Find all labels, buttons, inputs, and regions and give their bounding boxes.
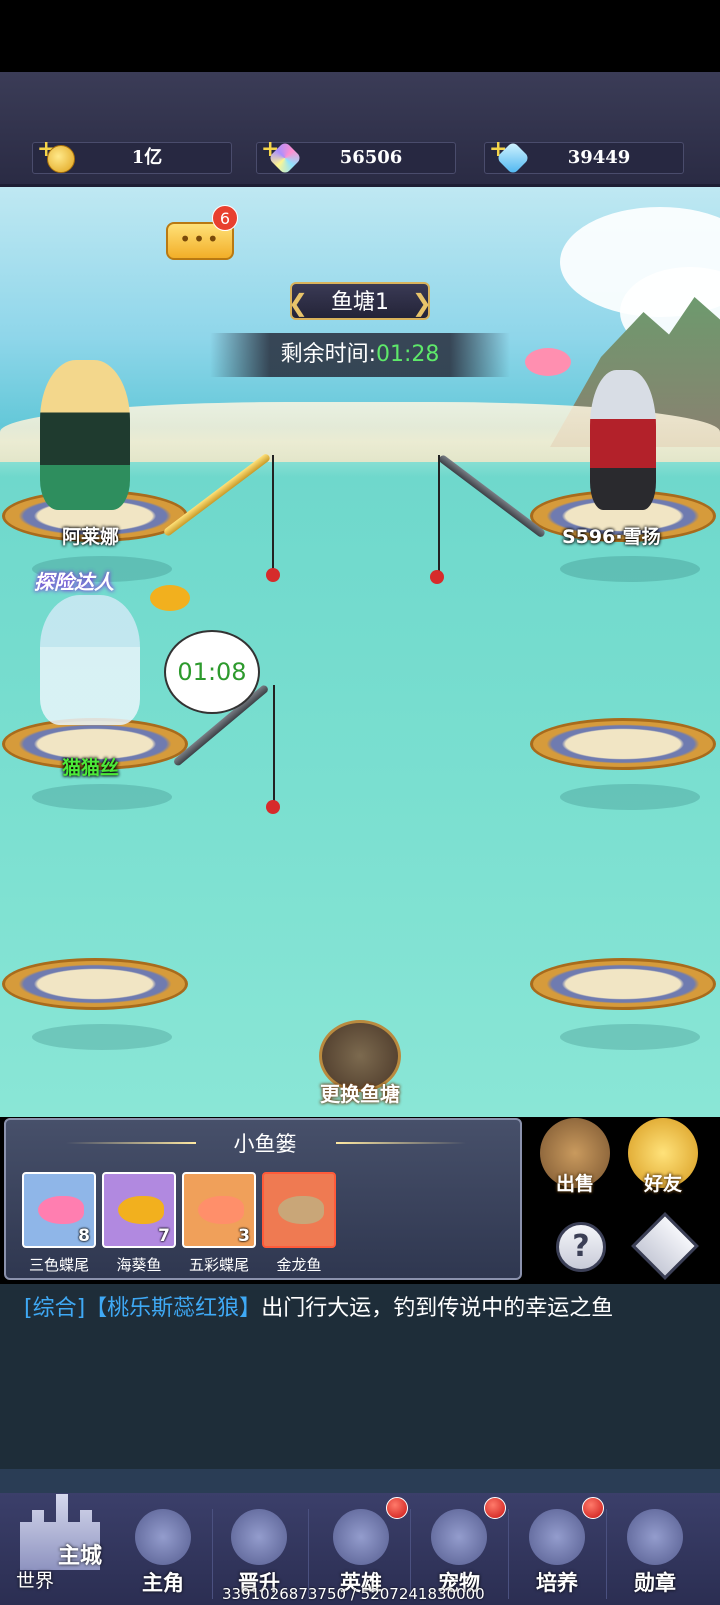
fishing-spot-5[interactable]	[2, 958, 188, 1050]
chat-area[interactable]: [综合]【桃乐斯蕊红狼】出门行大运，钓到传说中的幸运之鱼	[0, 1284, 720, 1469]
diamond-resource[interactable]: + 39449	[484, 136, 684, 175]
pet-icon	[431, 1509, 487, 1565]
divider	[508, 1509, 509, 1599]
notification-dot	[484, 1497, 506, 1519]
chat-sender[interactable]: 【桃乐斯蕊红狼】	[85, 1296, 261, 1321]
nav-training[interactable]: 培养	[512, 1497, 604, 1605]
catch-timer-bubble: 01:08	[164, 630, 260, 714]
divider	[606, 1509, 607, 1599]
fish-icon	[118, 1196, 164, 1224]
fishing-spot-6[interactable]	[530, 958, 716, 1050]
fish-basket-panel: 小鱼篓 8 7 3 三色蝶尾 海葵鱼 五彩蝶尾 金龙鱼	[4, 1118, 522, 1280]
divider	[336, 1142, 466, 1144]
fish-name: 三色蝶尾	[28, 1256, 89, 1274]
gold-coin-icon	[47, 145, 75, 173]
remaining-time: 剩余时间:01:28	[210, 333, 510, 377]
change-pond-button[interactable]: 更换鱼塘	[305, 1020, 415, 1110]
bobber-icon	[266, 568, 280, 582]
experience-readout: 3391026873750 / 5207241830000	[222, 1585, 485, 1603]
title-banner: 探险达人	[34, 570, 114, 594]
fish-slot[interactable]: 8	[22, 1172, 96, 1248]
fish-name: 五彩蝶尾	[188, 1256, 249, 1274]
knight-helmet-icon	[333, 1509, 389, 1565]
pond-title[interactable]: ❮ 鱼塘1 ❯	[288, 282, 432, 322]
fishing-line	[272, 455, 274, 573]
notification-dot	[582, 1497, 604, 1519]
medal-icon	[627, 1509, 683, 1565]
fishing-line	[438, 455, 440, 575]
divider	[212, 1509, 213, 1599]
player-character-alaina[interactable]	[40, 360, 130, 510]
sell-button[interactable]: 出售	[540, 1118, 610, 1195]
notification-dot	[386, 1497, 408, 1519]
help-button[interactable]: ?	[556, 1222, 606, 1272]
chat-badge: 6	[212, 205, 238, 231]
fish-icon	[198, 1196, 244, 1224]
fishing-line	[273, 685, 275, 805]
fish-slot[interactable]: 7	[102, 1172, 176, 1248]
crown-icon	[231, 1509, 287, 1565]
fish-icon	[525, 348, 571, 376]
bobber-icon	[430, 570, 444, 584]
fish-slot[interactable]	[262, 1172, 336, 1248]
player-name: 阿莱娜	[62, 526, 120, 548]
resource-bar: + 1亿 + 56506 + 39449	[0, 72, 720, 187]
fish-name: 金龙鱼	[276, 1256, 322, 1274]
gold-resource[interactable]: + 1亿	[32, 136, 232, 174]
player-name: 猫猫丝	[62, 757, 120, 779]
fish-icon	[278, 1196, 324, 1224]
world-main-city-button[interactable]: 主城 世界	[6, 1470, 116, 1600]
menu-diamond-button[interactable]	[631, 1212, 699, 1280]
nav-hero-main[interactable]: 主角	[118, 1509, 208, 1605]
fish-icon	[150, 585, 190, 611]
fish-name: 海葵鱼	[116, 1256, 162, 1274]
status-bar-area	[0, 0, 720, 72]
nav-medals[interactable]: 勋章	[610, 1509, 700, 1605]
next-pond-icon[interactable]: ❯	[412, 284, 432, 322]
helmet-icon	[135, 1509, 191, 1565]
player-character-maomaosi[interactable]	[40, 595, 140, 725]
chat-message: [综合]【桃乐斯蕊红狼】出门行大运，钓到传说中的幸运之鱼	[24, 1296, 614, 1321]
star-emblem-icon	[529, 1509, 585, 1565]
rainbow-gem-resource[interactable]: + 56506	[256, 136, 456, 175]
friends-button[interactable]: 好友	[628, 1118, 698, 1195]
fish-icon	[38, 1196, 84, 1224]
bobber-icon	[266, 800, 280, 814]
fish-slot[interactable]: 3	[182, 1172, 256, 1248]
player-character-xueyang[interactable]	[590, 370, 656, 510]
fishing-spot-4[interactable]	[530, 718, 716, 810]
player-name: S596·雪扬	[562, 526, 661, 548]
prev-pond-icon[interactable]: ❮	[288, 284, 308, 322]
